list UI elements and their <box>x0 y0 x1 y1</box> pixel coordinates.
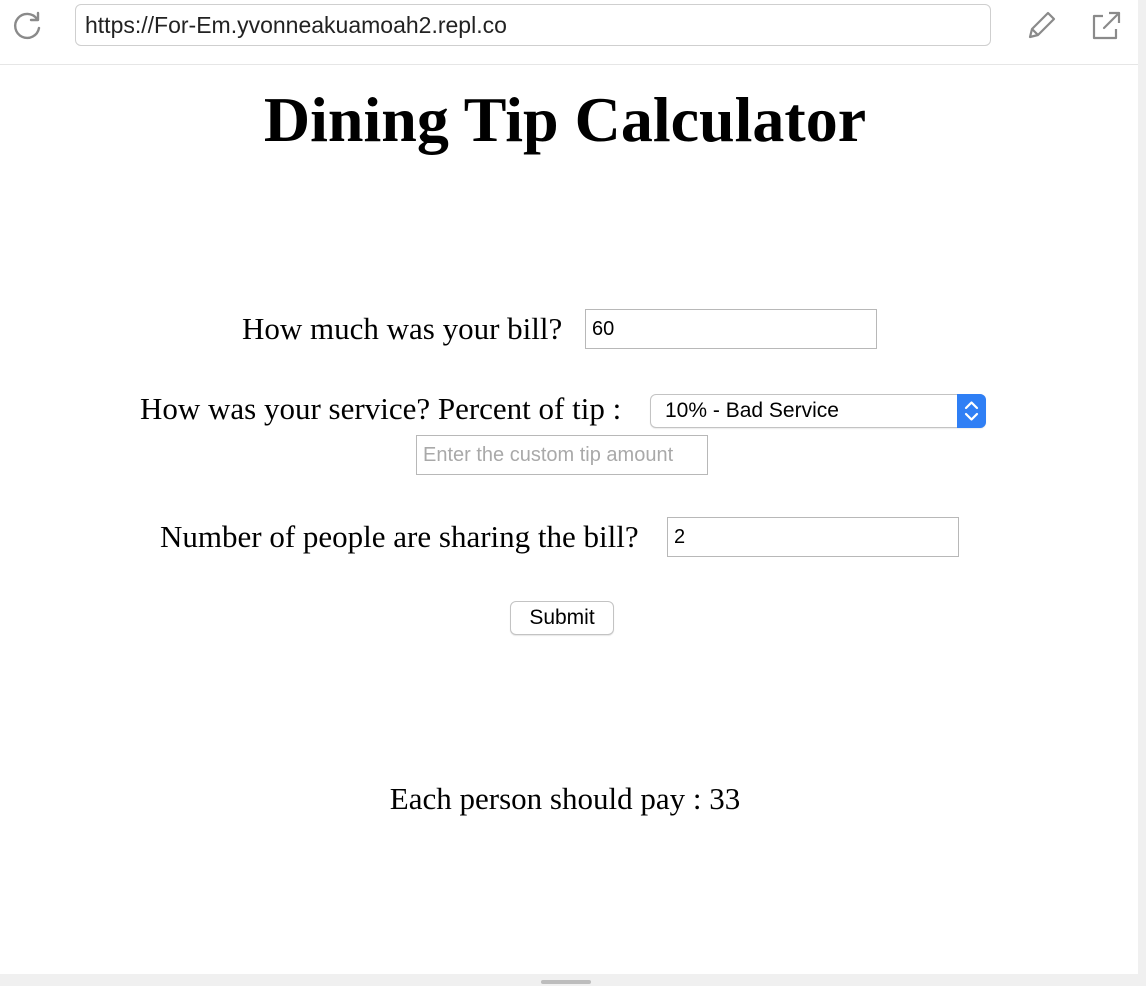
pencil-icon[interactable] <box>1024 9 1058 43</box>
people-label: Number of people are sharing the bill? <box>160 519 639 554</box>
browser-toolbar: https://For-Em.yvonneakuamoah2.repl.co <box>0 0 1138 65</box>
result-text: Each person should pay : 33 <box>389 781 741 816</box>
bill-input[interactable] <box>585 309 877 349</box>
people-input[interactable] <box>667 517 959 557</box>
external-link-icon[interactable] <box>1089 9 1123 43</box>
tip-percent-select[interactable]: 10% - Bad Service <box>650 394 986 428</box>
custom-tip-input[interactable] <box>416 435 708 475</box>
service-label: How was your service? Percent of tip : <box>140 391 622 426</box>
frame-scroll-edge <box>1138 0 1146 986</box>
reload-icon[interactable] <box>10 9 44 43</box>
select-arrows-icon <box>957 394 986 428</box>
page-title: Dining Tip Calculator <box>263 84 867 155</box>
tip-percent-selected: 10% - Bad Service <box>665 399 839 422</box>
resize-handle[interactable] <box>541 980 591 984</box>
bill-label: How much was your bill? <box>242 311 563 346</box>
submit-button[interactable]: Submit <box>510 601 614 635</box>
url-field[interactable]: https://For-Em.yvonneakuamoah2.repl.co <box>75 4 991 46</box>
